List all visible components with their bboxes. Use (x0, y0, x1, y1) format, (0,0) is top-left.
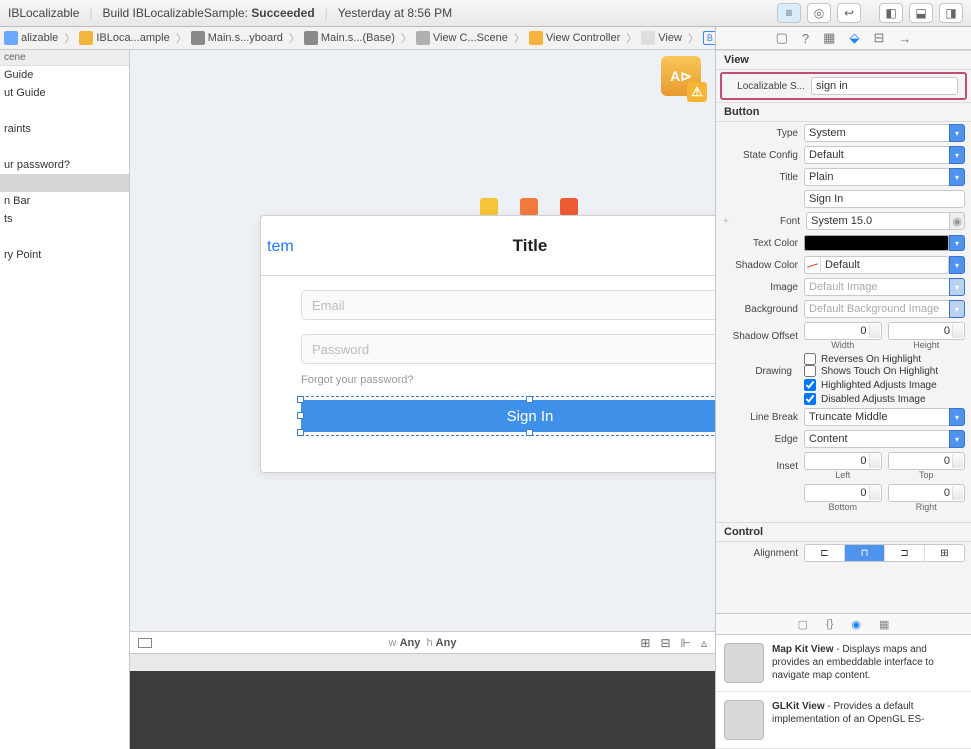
shadowcolor-select[interactable]: Default (804, 256, 949, 274)
scene-stop-icon[interactable] (480, 198, 498, 216)
background-select[interactable]: Default Background Image▾ (804, 300, 965, 318)
outline-row[interactable]: raints (0, 120, 129, 138)
breadcrumb-item[interactable]: View (637, 31, 688, 45)
align-icon[interactable]: ⊟ (660, 636, 670, 650)
debug-area[interactable] (130, 671, 715, 749)
library-item-icon (724, 700, 764, 740)
insp-file-icon[interactable]: ▢ (776, 30, 788, 46)
lib-file-icon[interactable]: ▢ (798, 618, 808, 631)
outline-toggle-icon[interactable] (138, 638, 152, 648)
password-field[interactable]: Password (301, 334, 715, 364)
status-toolbar: IBLocalizable | Build IBLocalizableSampl… (0, 0, 971, 27)
font-input[interactable]: System 15.0 (806, 212, 950, 230)
outline-row[interactable]: ut Guide (0, 84, 129, 102)
build-time: Yesterday at 8:56 PM (338, 6, 452, 20)
resolve-icon[interactable]: ▵ (701, 636, 707, 650)
inset-right-stepper[interactable]: 0 (888, 484, 966, 502)
document-warning-icon[interactable]: A⊳ (661, 56, 701, 96)
editor-assistant-icon[interactable]: ◎ (807, 3, 831, 23)
outline-row[interactable] (0, 174, 129, 192)
breadcrumb-item[interactable]: View C...Scene (412, 31, 514, 45)
localizable-input[interactable]: sign in (811, 77, 958, 95)
insp-attributes-icon[interactable]: ⬙ (849, 30, 859, 46)
email-field[interactable]: Email (301, 290, 715, 320)
build-status: Build IBLocalizableSample: Succeeded (103, 6, 315, 20)
pane-left-icon[interactable]: ◧ (879, 3, 903, 23)
outline-row[interactable]: ur password? (0, 156, 129, 174)
font-picker-icon[interactable]: ◉ (950, 212, 965, 230)
stack-icon[interactable]: ⊞ (640, 636, 650, 650)
insp-size-icon[interactable]: ⊟ (873, 30, 884, 46)
type-select[interactable]: System▾ (804, 124, 965, 142)
outline-row[interactable] (0, 138, 129, 156)
outline-row[interactable] (0, 102, 129, 120)
linebreak-select[interactable]: Truncate Middle▾ (804, 408, 965, 426)
canvas-area[interactable]: A⊳ tem Title Email Password Forgot your … (130, 50, 715, 749)
outline-row[interactable]: ry Point (0, 246, 129, 264)
view-controller-canvas[interactable]: tem Title Email Password Forgot your pas… (260, 215, 715, 473)
breadcrumb-item[interactable]: Main.s...yboard (187, 31, 289, 45)
insp-help-icon[interactable]: ? (802, 31, 809, 46)
scene-3d-icon[interactable] (520, 198, 538, 216)
breadcrumb-item[interactable]: IBLoca...ample (75, 31, 175, 45)
scene-exit-icon[interactable] (560, 198, 578, 216)
project-name: IBLocalizable (8, 6, 79, 20)
size-class-bar[interactable]: w Any h Any ⊞ ⊟ ⊩ ▵ (130, 631, 715, 653)
pane-bottom-icon[interactable]: ⬓ (909, 3, 933, 23)
nav-title[interactable]: Title (261, 236, 715, 256)
outline-row[interactable] (0, 228, 129, 246)
inset-left-stepper[interactable]: 0 (804, 452, 882, 470)
inset-bottom-stepper[interactable]: 0 (804, 484, 882, 502)
signin-button[interactable]: Sign In (301, 400, 715, 432)
library-item[interactable]: GLKit View - Provides a default implemen… (716, 692, 971, 749)
edge-select[interactable]: Content▾ (804, 430, 965, 448)
button-section-header: Button (716, 102, 971, 122)
pane-right-icon[interactable]: ◨ (939, 3, 963, 23)
library-item[interactable]: Map Kit View - Displays maps and provide… (716, 635, 971, 692)
signin-button-selection[interactable]: Sign In (301, 400, 715, 432)
lib-code-icon[interactable]: {} (826, 618, 833, 630)
titlekind-select[interactable]: Plain▾ (804, 168, 965, 186)
textcolor-swatch[interactable] (804, 235, 949, 251)
lib-object-icon[interactable]: ◉ (851, 618, 861, 631)
localizable-label: Localizable S... (729, 81, 805, 92)
control-section-header: Control (716, 522, 971, 542)
breadcrumb-item[interactable]: Main.s...(Base) (300, 31, 401, 45)
inspector-panel: View Localizable S... sign in Button Typ… (715, 50, 971, 749)
document-outline[interactable]: cene Guideut Guide raints ur password? n… (0, 50, 130, 749)
forgot-password-label[interactable]: Forgot your password? (301, 374, 715, 386)
shadow-height-stepper[interactable]: 0 (888, 322, 966, 340)
image-select[interactable]: Default Image▾ (804, 278, 965, 296)
editor-standard-icon[interactable]: ≡ (777, 3, 801, 23)
breadcrumb-item[interactable]: BSign In (699, 31, 715, 45)
jump-bar[interactable]: alizable〉IBLoca...ample〉Main.s...yboard〉… (0, 27, 715, 50)
disabled-adjusts-check[interactable] (804, 393, 816, 405)
stateconfig-select[interactable]: Default▾ (804, 146, 965, 164)
pin-icon[interactable]: ⊩ (681, 636, 691, 650)
inset-top-stepper[interactable]: 0 (888, 452, 966, 470)
alignment-segmented[interactable]: ⊏⊓⊐⊞ (804, 544, 965, 562)
object-library[interactable]: Map Kit View - Displays maps and provide… (716, 635, 971, 749)
editor-version-icon[interactable]: ↩ (837, 3, 861, 23)
reverses-check[interactable] (804, 353, 816, 365)
shadow-width-stepper[interactable]: 0 (804, 322, 882, 340)
breadcrumb-item[interactable]: View Controller (525, 31, 626, 45)
highlighted-adjusts-check[interactable] (804, 379, 816, 391)
title-input[interactable]: Sign In (804, 190, 965, 208)
insp-identity-icon[interactable]: ▦ (823, 30, 835, 46)
view-section-header: View (716, 50, 971, 70)
outline-row[interactable]: n Bar (0, 192, 129, 210)
lib-media-icon[interactable]: ▦ (879, 618, 889, 631)
shows-touch-check[interactable] (804, 365, 816, 377)
breadcrumb-item[interactable]: alizable (0, 31, 64, 45)
insp-connections-icon[interactable]: → (898, 31, 911, 46)
outline-header: cene (0, 50, 129, 66)
library-tabs[interactable]: ▢ {} ◉ ▦ (716, 613, 971, 635)
outline-row[interactable]: ts (0, 210, 129, 228)
outline-row[interactable]: Guide (0, 66, 129, 84)
localizable-highlight: Localizable S... sign in (720, 72, 967, 100)
library-item-icon (724, 643, 764, 683)
